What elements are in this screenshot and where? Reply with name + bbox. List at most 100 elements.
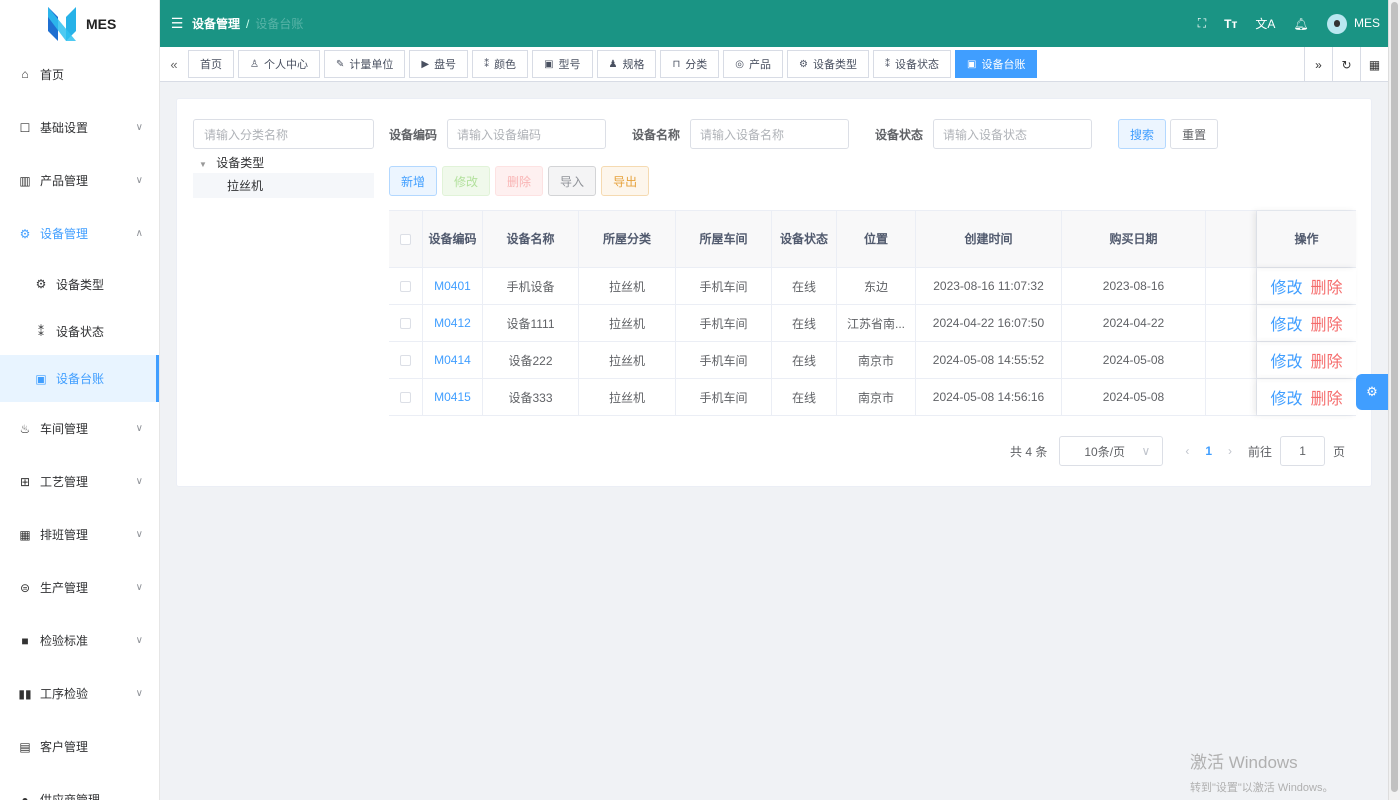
tag-spec[interactable]: ♟ 规格	[596, 50, 657, 78]
ledger-icon: ▣	[35, 371, 47, 386]
cell-code[interactable]: M0401	[434, 279, 471, 293]
table-row[interactable]: M0412 设备1111 拉丝机 手机车间 在线 江苏省南... 2024-04-22 16…	[389, 305, 1356, 342]
tag-equipment-status[interactable]: ⁑ 设备状态	[873, 50, 951, 78]
add-button[interactable]: 新增	[389, 166, 438, 196]
logo[interactable]: MES	[0, 0, 159, 47]
tag-reel[interactable]: ▶ 盘号	[409, 50, 469, 78]
sidebar-item-customers[interactable]: ▤ 客户管理	[0, 720, 159, 773]
sidebar-item-equipment[interactable]: ⚙ 设备管理 ∧	[0, 207, 159, 260]
tree-root-node[interactable]: ▼ 设备类型	[199, 154, 264, 171]
export-button[interactable]: 导出	[601, 166, 650, 196]
table-cell: 2024-05-08 14:56:16	[916, 379, 1062, 415]
page-suffix: 页	[1333, 444, 1346, 459]
row-actions-cell: 修改 删除	[1257, 342, 1356, 378]
breadcrumb-current: 设备台账	[255, 17, 304, 31]
sidebar-item-label: 基础设置	[40, 121, 89, 135]
sidebar-item-process[interactable]: ⊞ 工艺管理 ∨	[0, 455, 159, 508]
tags-scroll-right-icon[interactable]: »	[1304, 47, 1332, 82]
row-edit-link[interactable]: 修改	[1270, 348, 1302, 372]
cell-code[interactable]: M0415	[434, 390, 471, 404]
tag-product[interactable]: ◎ 产品	[723, 50, 784, 78]
fullscreen-icon[interactable]: ⛶	[1198, 16, 1206, 31]
table-cell: 手机车间	[676, 379, 772, 415]
next-page-icon[interactable]: ›	[1228, 444, 1232, 458]
sidebar-item-home[interactable]: ⌂ 首页	[0, 47, 159, 101]
table-cell: 在线	[772, 305, 837, 341]
row-checkbox[interactable]	[400, 391, 411, 403]
tag-equipment-type[interactable]: ⚙ 设备类型	[787, 50, 869, 78]
tag-profile[interactable]: ♙ 个人中心	[238, 50, 320, 78]
tag-category[interactable]: ⊓ 分类	[660, 50, 720, 78]
sidebar-item-process-inspection[interactable]: ▮▮ 工序检验 ∨	[0, 667, 159, 720]
user-menu[interactable]: MES	[1326, 13, 1380, 34]
row-checkbox[interactable]	[400, 280, 411, 292]
row-edit-link[interactable]: 修改	[1270, 385, 1302, 409]
select-all-cell[interactable]	[389, 211, 423, 267]
tag-unit[interactable]: ✎ 计量单位	[323, 50, 406, 78]
search-button[interactable]: 搜索	[1118, 119, 1167, 149]
scrollbar-thumb[interactable]	[1391, 2, 1398, 792]
row-delete-link[interactable]: 删除	[1311, 348, 1343, 372]
reset-button[interactable]: 重置	[1170, 119, 1219, 149]
tree-child-node[interactable]: 拉丝机	[193, 173, 374, 198]
row-delete-link[interactable]: 删除	[1311, 311, 1343, 335]
cell-code[interactable]: M0412	[434, 316, 471, 330]
row-edit-link[interactable]: 修改	[1270, 274, 1302, 298]
row-delete-link[interactable]: 删除	[1311, 274, 1343, 298]
code-input[interactable]: 请输入设备编码	[447, 119, 607, 149]
tags-scroll-left-icon[interactable]: «	[160, 57, 188, 72]
edit-button[interactable]: 修改	[442, 166, 491, 196]
refresh-icon[interactable]: ↻	[1332, 47, 1360, 82]
sidebar-item-production[interactable]: ⊜ 生产管理 ∨	[0, 561, 159, 614]
table-row[interactable]: M0401 手机设备 拉丝机 手机车间 在线 东边 2023-08-16 11:07:32 2…	[389, 268, 1356, 305]
translate-icon[interactable]: 文A	[1255, 15, 1275, 32]
table-cell: M0414	[423, 342, 483, 378]
hamburger-icon[interactable]: ☰	[162, 15, 192, 32]
sidebar-subitem-equipment-ledger[interactable]: ▣ 设备台账	[0, 355, 159, 402]
sidebar-item-basic-settings[interactable]: ☐ 基础设置 ∨	[0, 101, 159, 154]
user-icon: ●	[21, 792, 29, 800]
row-checkbox[interactable]	[400, 354, 411, 366]
tag-color[interactable]: ⁑ 颜色	[472, 50, 529, 78]
category-search-input[interactable]: 请输入分类名称	[193, 119, 374, 149]
delete-button[interactable]: 删除	[495, 166, 544, 196]
chart-icon: ▥	[19, 173, 31, 188]
sidebar-item-suppliers[interactable]: ● 供应商管理	[0, 773, 159, 800]
prev-page-icon[interactable]: ‹	[1185, 444, 1189, 458]
row-delete-link[interactable]: 删除	[1311, 385, 1343, 409]
person-icon: ♟	[608, 58, 618, 70]
avatar	[1326, 13, 1347, 34]
table-row[interactable]: M0414 设备222 拉丝机 手机车间 在线 南京市 2024-05-08 14:55:5…	[389, 342, 1356, 379]
sidebar-item-label: 工艺管理	[40, 475, 89, 489]
page-size-select[interactable]: 10条/页 ∨	[1059, 436, 1164, 466]
import-button[interactable]: 导入	[548, 166, 597, 196]
select-all-checkbox[interactable]	[400, 233, 411, 245]
sidebar-item-workshop[interactable]: ♨ 车间管理 ∨	[0, 402, 159, 455]
tag-label: 型号	[558, 59, 581, 71]
table-row[interactable]: M0415 设备333 拉丝机 手机车间 在线 南京市 2024-05-08 14:56:1…	[389, 379, 1356, 416]
tag-equipment-ledger[interactable]: ▣ 设备台账	[955, 50, 1038, 78]
sidebar-subitem-equipment-type[interactable]: ⚙ 设备类型	[0, 260, 159, 308]
cell-name: 设备333	[508, 390, 553, 405]
goto-page-input[interactable]: 1	[1280, 436, 1326, 466]
status-input[interactable]: 请输入设备状态	[933, 119, 1093, 149]
page-scrollbar[interactable]	[1388, 0, 1400, 800]
tags-menu-icon[interactable]: ▦	[1360, 47, 1388, 82]
sidebar-item-schedule[interactable]: ▦ 排班管理 ∨	[0, 508, 159, 561]
row-checkbox[interactable]	[400, 317, 411, 329]
row-edit-link[interactable]: 修改	[1270, 311, 1302, 335]
tag-home[interactable]: 首页	[188, 50, 234, 78]
cell-code[interactable]: M0414	[434, 353, 471, 367]
sidebar-subitem-equipment-status[interactable]: ⁑ 设备状态	[0, 308, 159, 355]
sidebar-item-inspection-standard[interactable]: ■ 检验标准 ∨	[0, 614, 159, 667]
settings-float-button[interactable]: ⚙	[1356, 374, 1388, 410]
tag-model[interactable]: ▣ 型号	[532, 50, 593, 78]
sidebar-item-products[interactable]: ▥ 产品管理 ∨	[0, 154, 159, 207]
bell-icon[interactable]: 🔔︎	[1293, 17, 1308, 31]
name-input[interactable]: 请输入设备名称	[690, 119, 850, 149]
current-page[interactable]: 1	[1205, 444, 1212, 458]
font-size-icon[interactable]: Tт	[1224, 17, 1237, 31]
tag-label: 个人中心	[263, 59, 308, 71]
cell-created: 2024-05-08 14:56:16	[932, 390, 1045, 404]
breadcrumb-parent[interactable]: 设备管理	[192, 15, 240, 32]
